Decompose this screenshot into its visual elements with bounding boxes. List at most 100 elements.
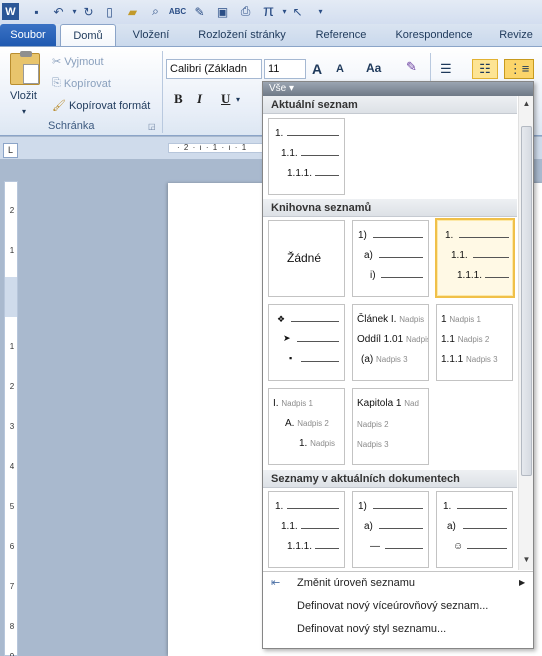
paste-button[interactable]: Vložit [10, 90, 37, 102]
italic-button[interactable]: I [197, 91, 202, 107]
list-number: 1.1. [281, 148, 298, 159]
cut-label: Vyjmout [64, 55, 104, 68]
open-icon[interactable]: ▰ [124, 3, 141, 20]
list-option-roman[interactable]: I. Nadpis 1 A. Nadpis 2 1. Nadpis [268, 388, 345, 465]
list-option-doc-1[interactable]: 1. 1.1. 1.1.1. [268, 491, 345, 568]
heading-style-label: Nadpis 3 [357, 440, 389, 449]
list-number: 1.1.1. [287, 541, 313, 552]
save-icon[interactable]: ▪ [28, 3, 45, 20]
undo-icon[interactable]: ↶ [50, 3, 67, 20]
print-icon[interactable]: ⎙ [237, 3, 254, 20]
shrink-font-button[interactable]: A [336, 63, 344, 75]
list-number: A. [285, 418, 295, 429]
bullets-icon[interactable]: ☰ [440, 61, 452, 77]
arrow-icon: ➤ [283, 333, 291, 343]
pointer-icon[interactable]: ↖ [289, 3, 306, 20]
gallery-scrollbar[interactable]: ▲ ▼ [518, 96, 533, 570]
list-number: Oddíl 1.01 [357, 334, 404, 345]
list-number: 1) [358, 501, 367, 512]
underline-dropdown-icon[interactable]: ▾ [236, 95, 240, 104]
scroll-up-icon[interactable]: ▲ [521, 98, 532, 110]
heading-style-label: Nadpis 3 [376, 355, 408, 364]
tab-references[interactable]: Reference [302, 24, 380, 47]
scroll-down-icon[interactable]: ▼ [521, 554, 532, 566]
ruler-number: 5 [9, 502, 15, 511]
new-document-icon[interactable]: ▯ [101, 3, 118, 20]
ruler-number: 2 [9, 206, 15, 215]
ruler-margin [5, 277, 17, 317]
font-size-input[interactable]: 11 [264, 59, 306, 79]
list-option-paren[interactable]: 1) a) i) [352, 220, 429, 297]
tab-insert[interactable]: Vložení [120, 24, 182, 47]
horizontal-ruler[interactable]: · 2 · ı · 1 · ı · 1 [168, 143, 264, 153]
list-option-chapter[interactable]: Kapitola 1 Nad Nadpis 2 Nadpis 3 [352, 388, 429, 465]
change-case-button[interactable]: Aa [366, 61, 381, 75]
heading-style-label: Nad [404, 399, 419, 408]
ruler-number: 3 [9, 422, 15, 431]
ruler-number: 7 [9, 582, 15, 591]
copy-button[interactable]: ⎘ Kopírovat [52, 77, 111, 90]
heading-style-label: Nadpis [405, 335, 429, 344]
dialog-launcher-icon[interactable]: ◲ [148, 122, 156, 131]
heading-style-label: Nadpis 3 [466, 355, 498, 364]
spelling-icon[interactable]: ABC [169, 3, 186, 20]
change-list-level-item[interactable]: ⇤ Změnit úroveň seznamu ▶ [263, 572, 533, 594]
heading-style-label: Nadpis 2 [457, 335, 490, 344]
list-option-current[interactable]: 1. 1.1. 1.1.1. [268, 118, 345, 195]
tab-file[interactable]: Soubor [0, 24, 56, 47]
list-number: a) [364, 521, 373, 532]
tab-home[interactable]: Domů [60, 24, 116, 48]
list-option-symbols[interactable]: ❖ ➤ ▪ [268, 304, 345, 381]
paste-dropdown-icon[interactable]: ▾ [22, 107, 26, 116]
tab-mailings[interactable]: Korespondence [384, 24, 484, 47]
bold-button[interactable]: B [174, 91, 183, 107]
format-painter-button[interactable]: 🖌 Kopírovat formát [52, 99, 151, 113]
heading-style-label: Nadpis [310, 439, 336, 448]
grow-font-button[interactable]: A [312, 61, 322, 77]
repeat-icon[interactable]: ↻ [80, 3, 97, 20]
edit-icon[interactable]: ✎ [191, 3, 208, 20]
tab-page-layout[interactable]: Rozložení stránky [186, 24, 298, 47]
tab-review[interactable]: Revize [490, 24, 542, 47]
list-option-decimal-selected[interactable]: 1. 1.1. 1.1.1. [435, 218, 515, 298]
scrollbar-thumb[interactable] [521, 126, 532, 476]
customize-icon[interactable]: ▾ [312, 3, 329, 20]
numbering-icon[interactable]: ☷ [472, 59, 498, 79]
print-preview-icon[interactable]: ⌕ [147, 3, 164, 20]
brush-icon: 🖌 [52, 100, 66, 112]
list-number: I. [273, 398, 279, 409]
list-option-doc-2[interactable]: 1) a) — [352, 491, 429, 568]
font-name-input[interactable]: Calibri (Základn [166, 59, 262, 79]
ruler-number: 8 [9, 622, 15, 631]
heading-style-label: Nadpis [399, 315, 425, 324]
heading-style-label: Nadpis 1 [281, 399, 313, 408]
pi-icon[interactable]: π [260, 3, 277, 20]
define-list-style-item[interactable]: Definovat nový styl seznamu... [263, 618, 533, 640]
list-number: 1 [441, 314, 447, 325]
paste-icon[interactable] [10, 51, 40, 85]
cut-button[interactable]: ✂ Vyjmout [52, 55, 104, 69]
copy-icon: ⎘ [52, 77, 61, 89]
list-option-article[interactable]: Článek I. Nadpis Oddíl 1.01 Nadpis (a) N… [352, 304, 429, 381]
ruler-number: 6 [9, 542, 15, 551]
list-option-none[interactable]: Žádné [268, 220, 345, 297]
list-option-doc-3[interactable]: 1. a) ☺ [436, 491, 513, 568]
ruler-number: 4 [9, 462, 15, 471]
vertical-ruler[interactable]: 2 1 1 2 3 4 5 6 7 8 9 [4, 181, 18, 656]
clear-formatting-icon[interactable]: ✎ [406, 59, 417, 75]
list-number: (a) [361, 354, 374, 365]
heading-style-label: Nadpis 1 [449, 315, 481, 324]
list-number: 1. [299, 438, 308, 449]
smiley-icon: ☺ [453, 541, 464, 552]
underline-button[interactable]: U [221, 91, 230, 107]
heading-style-label: Nadpis 2 [357, 420, 389, 429]
gallery-filter[interactable]: Vše ▾ [263, 82, 533, 96]
multilevel-list-icon[interactable]: ⋮≡ [504, 59, 534, 79]
word-icon[interactable]: W [2, 3, 19, 20]
format-painter-label: Kopírovat formát [68, 99, 151, 112]
list-option-heading-numbers[interactable]: 1 Nadpis 1 1.1 Nadpis 2 1.1.1 Nadpis 3 [436, 304, 513, 381]
quick-access-toolbar: W ▪ ↶ ▾ ↻ ▯ ▰ ⌕ ABC ✎ ▣ ⎙ π ▾ ↖ ▾ [0, 0, 542, 24]
tab-selector[interactable]: L [3, 143, 18, 158]
picture-icon[interactable]: ▣ [214, 3, 231, 20]
define-multilevel-list-item[interactable]: Definovat nový víceúrovňový seznam... [263, 595, 533, 617]
